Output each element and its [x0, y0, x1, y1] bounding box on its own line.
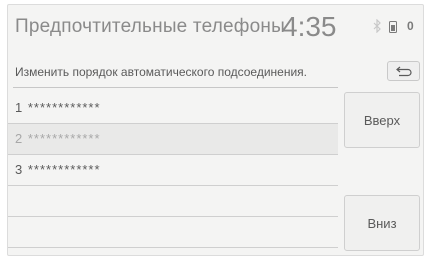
- back-button[interactable]: [387, 61, 420, 81]
- divider: [13, 87, 338, 88]
- phone-label: 2 ************: [15, 131, 101, 146]
- preferred-phones-screen: Предпочтительные телефоны 4:35 0 Изменит…: [7, 4, 424, 256]
- move-up-button[interactable]: Вверх: [344, 92, 420, 148]
- phone-list-item-1[interactable]: 1 ************: [8, 93, 338, 124]
- phone-list: 1 ************ 2 ************ 3 ********…: [8, 93, 338, 248]
- status-bar: 0: [372, 19, 420, 35]
- phone-list-item-2[interactable]: 2 ************: [8, 124, 338, 155]
- page-title: Предпочтительные телефоны: [15, 16, 285, 37]
- clock: 4:35: [282, 11, 337, 42]
- empty-list-row: [8, 186, 338, 217]
- bluetooth-icon: [373, 19, 381, 33]
- move-up-label: Вверх: [363, 112, 401, 128]
- move-down-label: Вниз: [367, 215, 397, 231]
- instruction-text: Изменить порядок автоматического подсоед…: [15, 65, 308, 79]
- phone-label: 1 ************: [15, 100, 101, 115]
- phone-battery-icon: [389, 21, 397, 33]
- move-down-button[interactable]: Вниз: [344, 195, 420, 251]
- phone-label: 3 ************: [15, 162, 101, 177]
- message-count: 0: [407, 19, 414, 33]
- return-arrow-icon: [396, 66, 412, 77]
- phone-list-item-3[interactable]: 3 ************: [8, 155, 338, 186]
- empty-list-row: [8, 217, 338, 248]
